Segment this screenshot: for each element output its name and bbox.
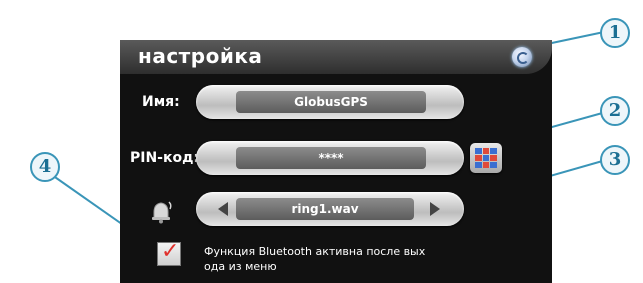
callout-2: 2 xyxy=(600,96,630,126)
settings-screen: настройка Имя: GlobusGPS PIN-код: **** r… xyxy=(120,40,552,283)
checkmark-icon: ✓ xyxy=(161,239,180,264)
bell-icon xyxy=(152,201,172,224)
bluetooth-option-text: Функция Bluetooth активна после вых ода … xyxy=(204,244,504,274)
callout-1: 1 xyxy=(600,18,630,48)
title-bar: настройка xyxy=(120,40,552,74)
callout-3: 3 xyxy=(600,145,630,175)
pin-value: **** xyxy=(236,147,426,169)
keypad-button[interactable] xyxy=(470,143,502,173)
pin-label: PIN-код: xyxy=(130,150,200,166)
return-icon[interactable] xyxy=(512,47,532,67)
keypad-icon xyxy=(475,148,497,168)
page-title: настройка xyxy=(138,44,263,68)
bluetooth-text-line-1: Функция Bluetooth активна после вых xyxy=(204,245,426,258)
ringtone-value: ring1.wav xyxy=(236,198,414,220)
name-field[interactable]: GlobusGPS xyxy=(196,85,464,119)
ringtone-selector[interactable]: ring1.wav xyxy=(196,192,464,226)
callout-4: 4 xyxy=(30,152,60,182)
name-label: Имя: xyxy=(142,94,180,110)
bluetooth-text-line-2: ода из меню xyxy=(204,260,277,273)
name-value: GlobusGPS xyxy=(236,91,426,113)
pin-field[interactable]: **** xyxy=(196,141,464,175)
next-arrow-icon[interactable] xyxy=(430,202,440,216)
bluetooth-checkbox[interactable]: ✓ xyxy=(157,239,181,266)
previous-arrow-icon[interactable] xyxy=(218,202,228,216)
